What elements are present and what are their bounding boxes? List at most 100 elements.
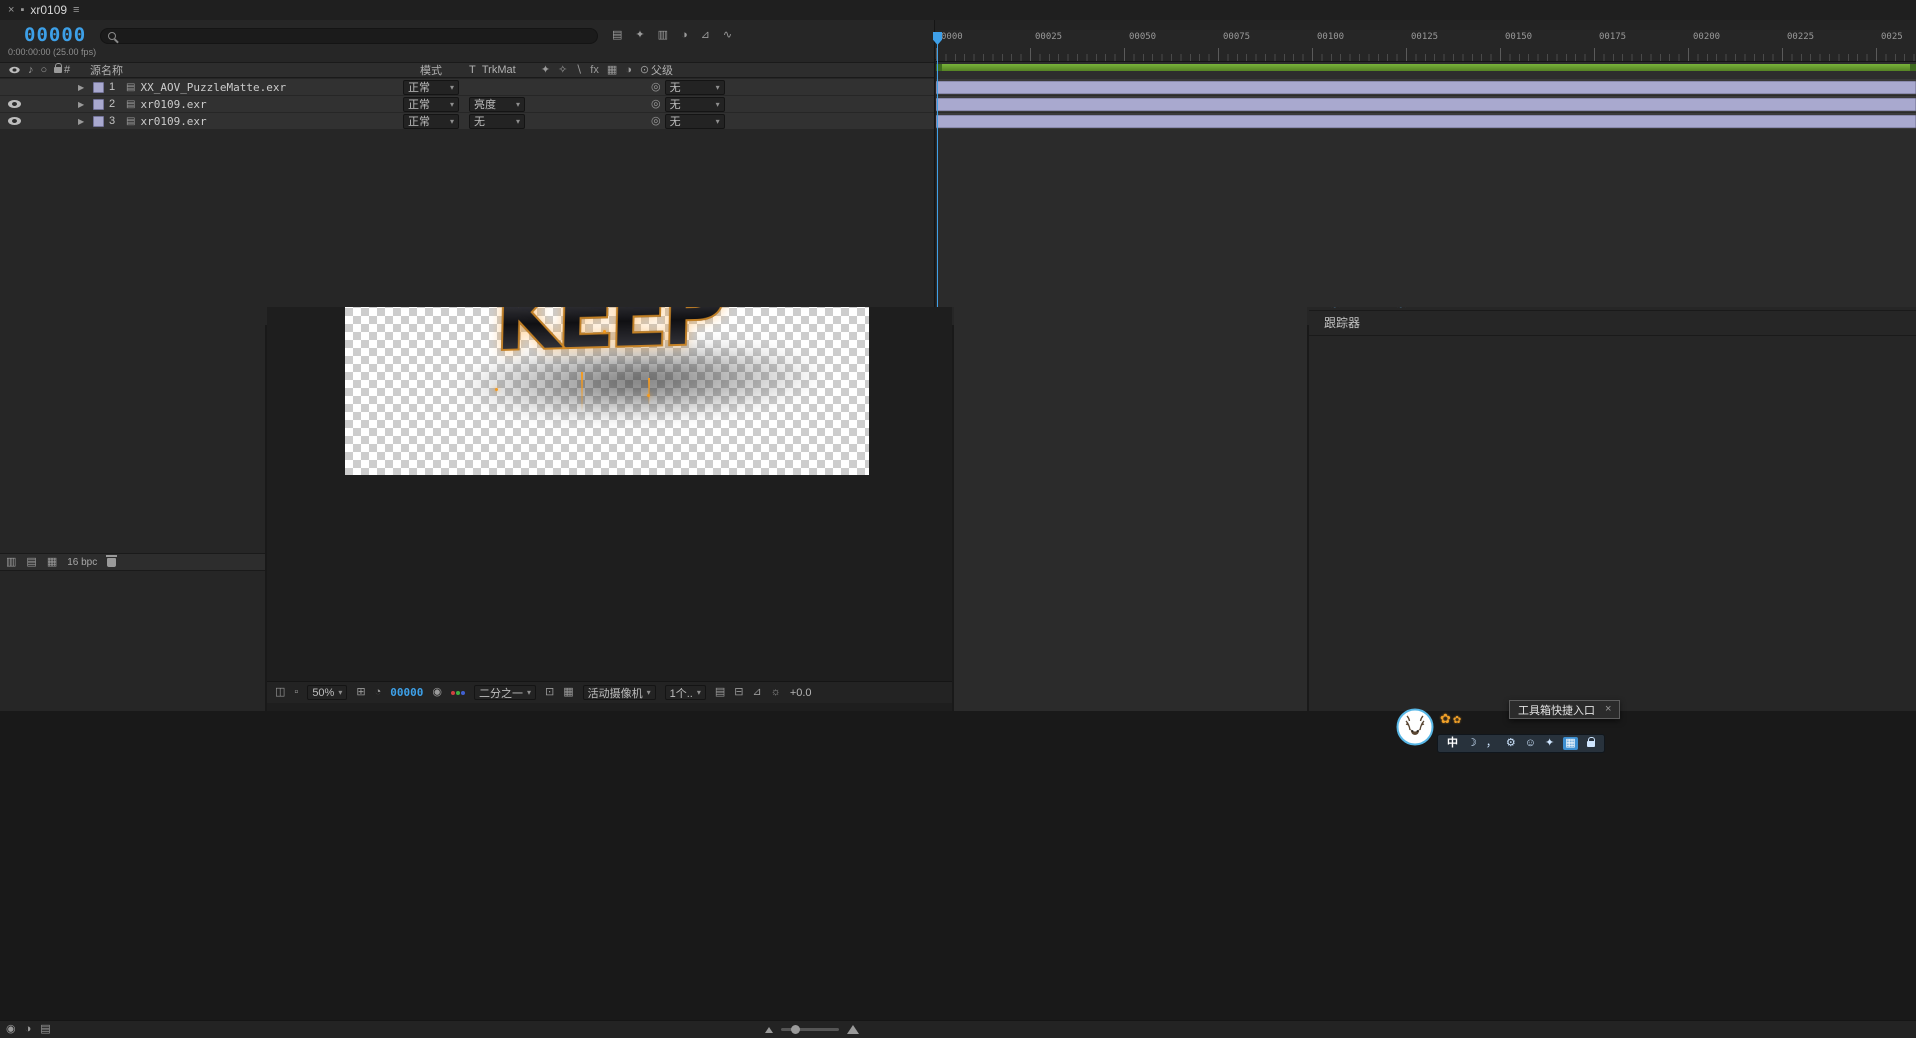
blend-mode-dropdown[interactable]: 正常▾ <box>403 97 459 112</box>
view-layout-dropdown[interactable]: 1个.. ▾ <box>665 685 706 700</box>
ime-toolbar-icon[interactable]: ▦ <box>1563 737 1577 750</box>
fast-previews-icon[interactable]: ⊟ <box>734 687 743 698</box>
ime-toolbar[interactable]: 中☽，⚙☺✦▦ <box>1437 734 1605 753</box>
lock-icon[interactable] <box>1587 741 1595 747</box>
preview-time[interactable]: 00000 <box>390 686 423 699</box>
expand-modes-icon[interactable]: ◑ <box>25 1024 32 1035</box>
dock-section-tracker[interactable]: 跟踪器 <box>1309 311 1916 336</box>
timeline-button-icon[interactable]: ⊿ <box>753 687 762 698</box>
exposure-icon[interactable]: ☼ <box>771 687 781 698</box>
pick-whip-icon[interactable]: ◎ <box>651 82 661 93</box>
snapshot-camera-icon[interactable]: ◉ <box>432 687 442 698</box>
motion-blur-column-icon[interactable]: ◑ <box>625 65 632 76</box>
layer-av-switches[interactable] <box>0 117 58 125</box>
twirl-icon[interactable]: ▶ <box>78 100 88 109</box>
footer-misc-icon-2[interactable]: ▫ <box>294 687 298 698</box>
current-timecode[interactable]: 00000 <box>24 24 86 46</box>
expand-transfer-controls-icon[interactable]: ◉ <box>6 1024 16 1035</box>
collapse-icon[interactable]: ✧ <box>558 65 567 76</box>
layer-track[interactable] <box>936 113 1916 130</box>
ime-toolbar-icon[interactable]: 中 <box>1447 738 1458 749</box>
layer-track[interactable] <box>936 79 1916 96</box>
pixel-aspect-icon[interactable]: ▤ <box>715 687 725 698</box>
source-column-label[interactable]: 源名称 <box>78 62 399 78</box>
ime-toolbar-icon[interactable]: ， <box>1486 738 1497 749</box>
twirl-icon[interactable]: ▶ <box>78 83 88 92</box>
shy-icon[interactable]: ✦ <box>541 65 550 76</box>
eye-icon[interactable] <box>8 100 21 108</box>
hide-shy-layers-icon[interactable]: ▥ <box>658 30 668 41</box>
blend-mode-dropdown[interactable]: 正常▾ <box>403 114 459 129</box>
new-folder-icon[interactable]: ▤ <box>26 557 36 568</box>
trkmat-dropdown[interactable]: 无▾ <box>469 114 525 129</box>
parent-dropdown[interactable]: 无▾ <box>665 97 725 112</box>
trkmat-label[interactable]: TrkMat <box>482 64 516 76</box>
layer-name[interactable]: XX_AOV_PuzzleMatte.exr <box>140 81 286 94</box>
blend-mode-dropdown[interactable]: 正常▾ <box>403 80 459 95</box>
toolbox-shortcut-tooltip[interactable]: 工具箱快捷入口 × <box>1509 700 1620 719</box>
parent-dropdown[interactable]: 无▾ <box>665 114 725 129</box>
timeline-search-input[interactable] <box>122 30 556 42</box>
transparency-grid-icon[interactable]: ▦ <box>563 687 573 698</box>
twirl-icon[interactable]: ▶ <box>78 117 88 126</box>
parent-column-label[interactable]: 父级 <box>651 62 747 78</box>
footer-misc-icon[interactable]: ◫ <box>275 687 285 698</box>
frame-blend-column-icon[interactable]: ▦ <box>607 65 617 76</box>
layer-color-chip[interactable] <box>93 82 104 93</box>
pick-whip-icon[interactable]: ◎ <box>651 116 661 127</box>
layer-color-chip[interactable] <box>93 116 104 127</box>
parent-dropdown[interactable]: 无▾ <box>665 80 725 95</box>
expand-inout-icon[interactable]: ▤ <box>40 1024 50 1035</box>
layer-row[interactable]: ▶ 1 ▤ XX_AOV_PuzzleMatte.exr 正常▾ ◎ 无▾ <box>0 79 934 96</box>
zoom-slider-knob[interactable] <box>791 1025 800 1034</box>
layer-row[interactable]: ▶ 2 ▤ xr0109.exr 正常▾ 亮度▾ ◎ 无▾ <box>0 96 934 113</box>
mini-flowchart-icon[interactable]: ▤ <box>612 30 622 41</box>
mask-visibility-icon[interactable]: ◔ <box>375 687 382 698</box>
layer-duration-bar[interactable] <box>936 98 1916 111</box>
layer-duration-bar[interactable] <box>936 81 1916 94</box>
layer-color-chip[interactable] <box>93 99 104 110</box>
quality-icon[interactable]: ∖ <box>575 65 582 76</box>
layer-duration-bar[interactable] <box>936 115 1916 128</box>
ime-toolbar-icon[interactable]: ☺ <box>1525 738 1536 749</box>
interpret-footage-icon[interactable]: ▥ <box>6 557 16 568</box>
exposure-value[interactable]: +0.0 <box>790 687 812 699</box>
playhead[interactable] <box>937 32 938 307</box>
zoom-out-mountain-icon[interactable] <box>765 1027 773 1033</box>
layer-row[interactable]: ▶ 3 ▤ xr0109.exr 正常▾ 无▾ ◎ 无▾ <box>0 113 934 130</box>
fx-icon[interactable]: fx <box>590 65 599 76</box>
new-composition-icon[interactable]: ▦ <box>47 557 57 568</box>
layer-name[interactable]: xr0109.exr <box>140 115 206 128</box>
time-ruler[interactable]: 0000000250005000075001000012500150001750… <box>936 30 1916 62</box>
panel-menu-icon[interactable]: ≡ <box>73 5 79 16</box>
close-icon[interactable]: × <box>8 5 14 16</box>
timeline-tab-label[interactable]: xr0109 <box>30 3 67 17</box>
frame-blend-icon[interactable]: ◑ <box>681 30 688 41</box>
resolution-dropdown[interactable]: 二分之一 ▾ <box>474 685 536 700</box>
motion-blur-icon[interactable]: ⊿ <box>701 30 710 41</box>
t-column-label[interactable]: T <box>469 64 476 76</box>
3d-column-icon[interactable]: ⊙ <box>640 65 649 76</box>
region-of-interest-icon[interactable]: ⊡ <box>545 687 554 698</box>
timeline-search[interactable] <box>100 28 598 44</box>
bit-depth-button[interactable]: 16 bpc <box>67 557 97 568</box>
ime-logo-badge[interactable] <box>1396 708 1434 746</box>
magnification-dropdown[interactable]: 50% ▾ <box>307 685 347 700</box>
ime-toolbar-icon[interactable]: ☽ <box>1467 738 1477 749</box>
layer-name[interactable]: xr0109.exr <box>140 98 206 111</box>
show-channel-icon[interactable] <box>451 691 465 695</box>
trkmat-dropdown[interactable]: 亮度▾ <box>469 97 525 112</box>
pick-whip-icon[interactable]: ◎ <box>651 99 661 110</box>
ime-toolbar-icon[interactable]: ⚙ <box>1506 738 1516 749</box>
grid-guides-icon[interactable]: ⊞ <box>356 687 365 698</box>
camera-dropdown[interactable]: 活动摄像机 ▾ <box>583 685 656 700</box>
trash-icon[interactable] <box>107 558 116 567</box>
graph-editor-icon[interactable]: ∿ <box>723 30 732 41</box>
zoom-in-mountain-icon[interactable] <box>847 1025 859 1034</box>
mode-column-label[interactable]: 模式 <box>399 62 463 78</box>
timeline-track-area[interactable]: 0000000250005000075001000012500150001750… <box>936 20 1916 307</box>
close-icon[interactable]: × <box>1605 704 1611 715</box>
trkmat-column-label[interactable]: T TrkMat <box>463 64 539 76</box>
draft-3d-icon[interactable]: ✦ <box>635 30 644 41</box>
layer-av-switches[interactable] <box>0 100 58 108</box>
